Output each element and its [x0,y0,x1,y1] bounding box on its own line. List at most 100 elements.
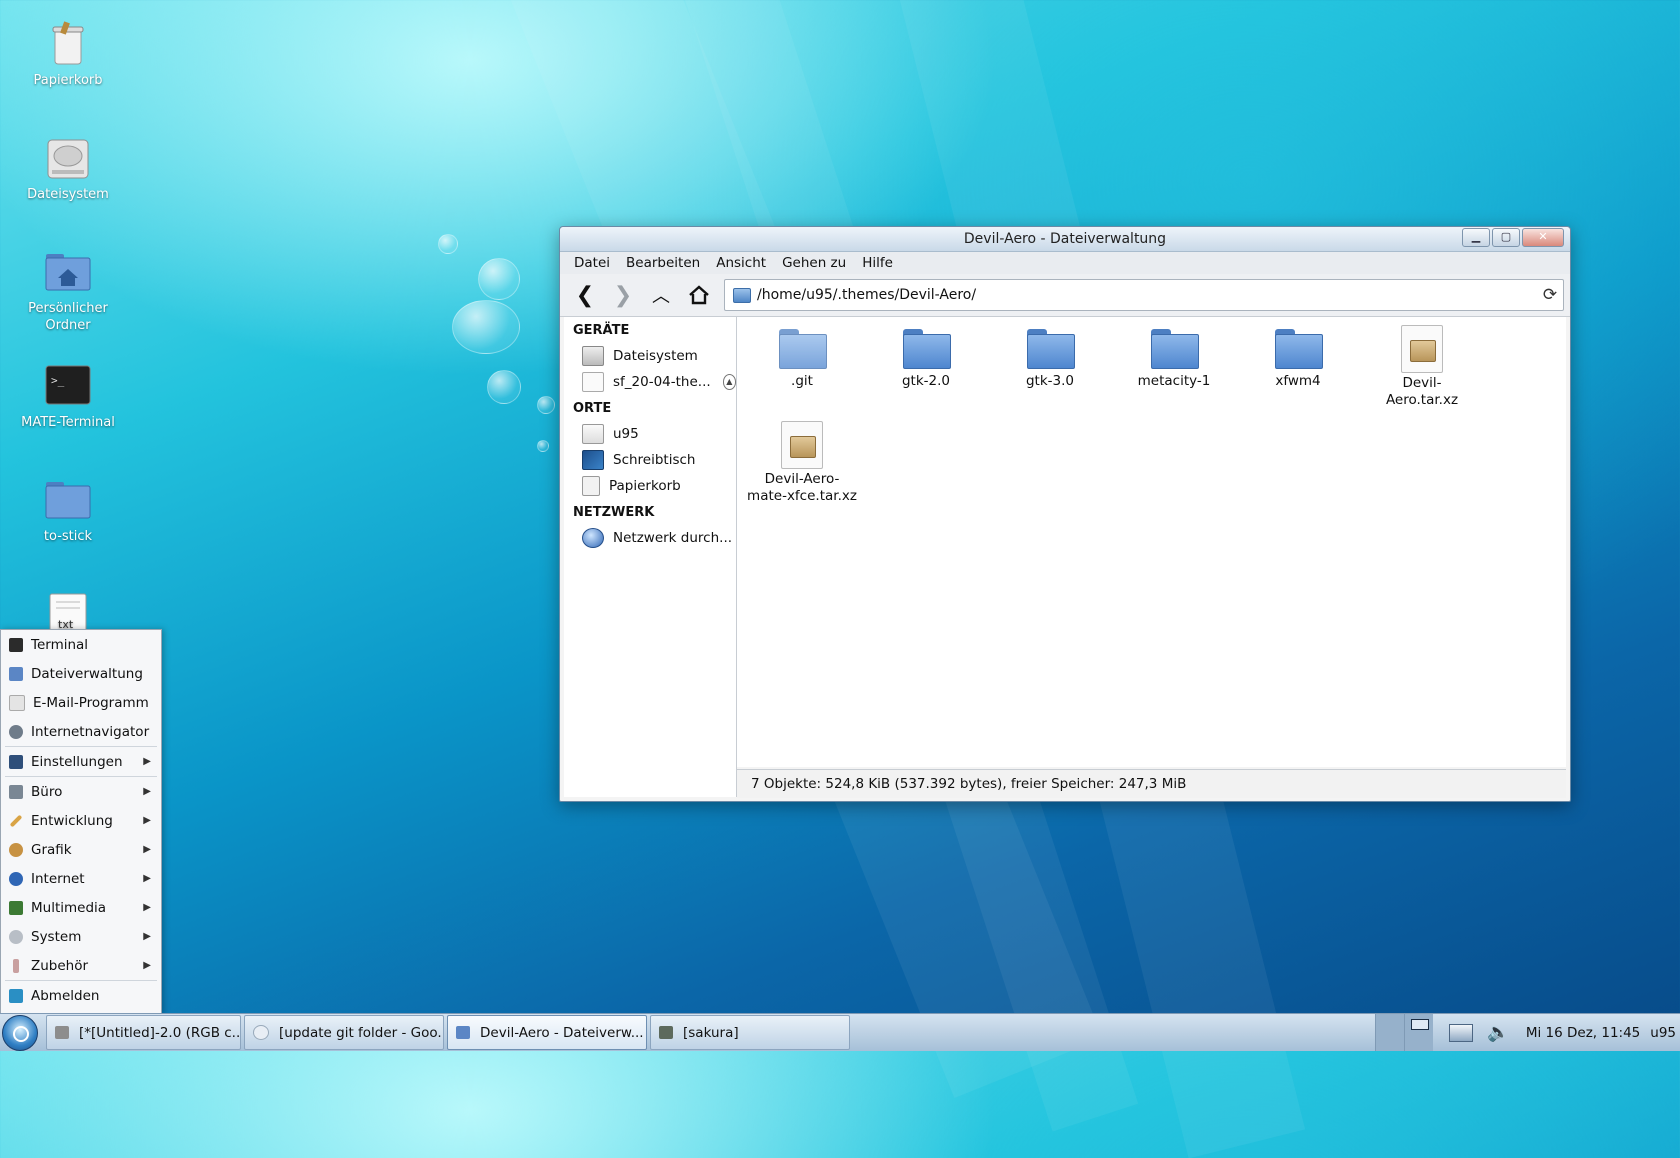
menu-item-multimedia[interactable]: Multimedia ▶ [1,893,161,922]
taskbar-button-gimp[interactable]: [*[Untitled]-2.0 (RGB c... [46,1015,241,1050]
volume-icon[interactable]: 🔈 [1487,1022,1509,1043]
accessories-icon [13,958,19,973]
internet-icon [9,871,23,886]
sidebar-item-trash[interactable]: Papierkorb [564,473,736,499]
development-icon [9,814,23,827]
desktop-icon-to-stick[interactable]: to-stick [14,476,122,545]
harddisk-icon [582,346,604,366]
folder-icon [45,482,91,519]
desktop-icon-filesystem[interactable]: Dateisystem [14,134,122,203]
menu-edit[interactable]: Bearbeiten [618,255,708,271]
folder-icon [1027,327,1075,369]
location-input[interactable]: /home/u95/.themes/Devil-Aero/ [757,287,1537,303]
sidebar-item-shared-folder[interactable]: sf_20-04-the... ▲ [564,369,736,395]
menu-item-browser[interactable]: Internetnavigator [1,717,161,746]
folder-icon [456,1026,470,1039]
start-button[interactable] [2,1014,38,1051]
terminal-icon: >_ [45,365,91,405]
trash-icon [582,476,600,496]
sidebar-item-desktop[interactable]: Schreibtisch [564,447,736,473]
sidebar-item-home[interactable]: u95 [564,421,736,447]
network-status-icon[interactable] [1449,1023,1474,1042]
menu-item-office[interactable]: Büro ▶ [1,777,161,806]
menu-item-mail[interactable]: E-Mail-Programm [1,688,161,717]
menu-help[interactable]: Hilfe [854,255,901,271]
taskbar-button-terminal[interactable]: [sakura] [650,1015,850,1050]
close-button[interactable]: ✕ [1522,228,1564,247]
desktop-icon-trash[interactable]: Papierkorb [14,20,122,89]
menu-item-graphics[interactable]: Grafik ▶ [1,835,161,864]
reload-icon[interactable]: ⟳ [1537,285,1563,305]
submenu-arrow-icon: ▶ [143,960,151,971]
workspace-switcher-1[interactable] [1375,1014,1405,1051]
desktop-icon-terminal[interactable]: >_ MATE-Terminal [14,362,122,431]
minimize-button[interactable]: ▁ [1462,228,1490,247]
folder-icon [1275,327,1323,369]
taskbar-button-label: [update git folder - Goo... [279,1024,444,1041]
mail-icon [9,694,25,711]
eject-icon[interactable]: ▲ [722,374,736,390]
file-item[interactable]: gtk-3.0 [991,327,1109,390]
archive-icon [1401,325,1443,373]
toolbar: ❮ ❯ ︿ /home/u95/.themes/Devil-Aero/ ⟳ [560,274,1570,317]
desktop-icon-label: to-stick [43,529,93,544]
sidebar-item-label: sf_20-04-the... [613,374,711,390]
menubar: Datei Bearbeiten Ansicht Gehen zu Hilfe [560,252,1570,274]
status-bar: 7 Objekte: 524,8 KiB (537.392 bytes), fr… [737,769,1566,798]
folder-icon [779,327,827,369]
menu-item-internet[interactable]: Internet ▶ [1,864,161,893]
menu-item-system[interactable]: System ▶ [1,922,161,951]
file-item[interactable]: metacity-1 [1115,327,1233,390]
file-item[interactable]: xfwm4 [1239,327,1357,390]
network-header: NETZWERK [573,505,655,520]
file-view: .git gtk-2.0 gtk-3.0 metacity-1 xfwm4 De… [737,317,1566,767]
desktop-icon-label: Persönlicher Ordner [28,301,108,333]
workspace-switcher-2[interactable] [1404,1014,1434,1051]
forward-button[interactable]: ❯ [604,278,642,312]
menu-item-terminal[interactable]: Terminal [1,630,161,659]
menu-item-logout[interactable]: Abmelden [1,981,161,1010]
folder-icon [733,287,751,303]
sidebar-item-filesystem[interactable]: Dateisystem [564,343,736,369]
menu-item-file-manager[interactable]: Dateiverwaltung [1,659,161,688]
clock[interactable]: Mi 16 Dez, 11:45 [1526,1025,1640,1041]
file-item[interactable]: .git [743,327,861,390]
back-button[interactable]: ❮ [566,278,604,312]
terminal-icon [659,1026,673,1039]
desktop-icon-home[interactable]: Persönlicher Ordner [14,248,122,334]
maximize-button[interactable]: ▢ [1492,228,1520,247]
browser-icon [253,1025,269,1040]
text-file-icon: txt [49,593,87,629]
forward-icon: ❯ [613,282,633,308]
user-name[interactable]: u95 [1650,1025,1676,1041]
file-name: xfwm4 [1275,373,1321,389]
folder-icon [1151,327,1199,369]
file-item[interactable]: Devil-Aero- mate-xfce.tar.xz [743,421,861,505]
home-button[interactable] [680,278,718,312]
menu-item-accessories[interactable]: Zubehör ▶ [1,951,161,980]
taskbar-button-file-manager[interactable]: Devil-Aero - Dateiverw... [447,1015,647,1050]
file-item[interactable]: Devil- Aero.tar.xz [1363,325,1481,409]
parent-folder-button[interactable]: ︿ [642,278,680,312]
location-bar[interactable]: /home/u95/.themes/Devil-Aero/ ⟳ [724,279,1564,311]
settings-icon [9,754,23,769]
window-titlebar[interactable]: Devil-Aero - Dateiverwaltung ▁ ▢ ✕ [560,227,1570,252]
taskbar-button-label: [*[Untitled]-2.0 (RGB c... [79,1024,241,1041]
menu-view[interactable]: Ansicht [708,255,774,271]
submenu-arrow-icon: ▶ [143,815,151,826]
home-icon [689,285,709,305]
sidebar-item-label: Papierkorb [609,478,681,494]
sidebar-item-network[interactable]: Netzwerk durch... [564,525,736,551]
multimedia-icon [9,900,23,915]
desktop-icon-txt[interactable]: txt [14,592,122,629]
file-item[interactable]: gtk-2.0 [867,327,985,390]
menu-go[interactable]: Gehen zu [774,255,854,271]
menu-item-settings[interactable]: Einstellungen ▶ [1,747,161,776]
sidebar-item-label: Schreibtisch [613,452,696,468]
menu-file[interactable]: Datei [566,255,618,271]
system-tray: 🔈 Mi 16 Dez, 11:45 u95 [1375,1014,1680,1051]
menu-item-development[interactable]: Entwicklung ▶ [1,806,161,835]
file-name-line1: Devil- [1402,375,1442,391]
menu-item-label: Multimedia [31,899,107,916]
taskbar-button-browser[interactable]: [update git folder - Goo... [244,1015,444,1050]
